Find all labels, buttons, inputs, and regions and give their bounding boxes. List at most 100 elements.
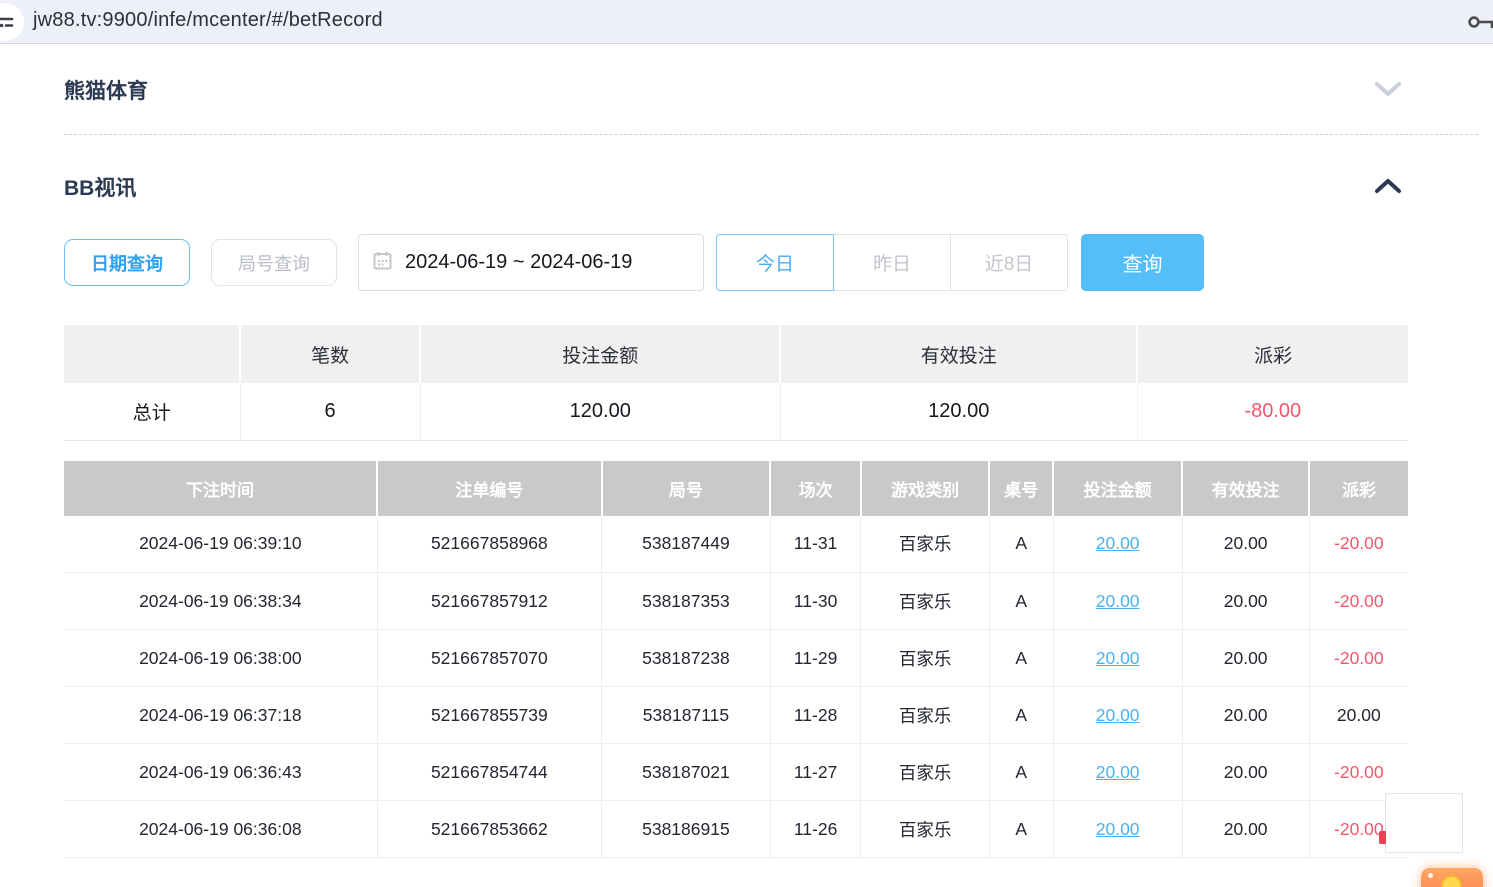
table-row: 2024-06-19 06:36:43 521667854744 5381870… [64,744,1408,801]
cell-table-no: A [989,630,1053,687]
section-title-bb: BB视讯 [64,172,136,202]
cell-bet-time: 2024-06-19 06:36:43 [64,744,377,801]
cell-bet-id: 521667854744 [377,744,601,801]
summary-header-valid-bet: 有效投注 [780,325,1137,383]
quick-range-today[interactable]: 今日 [716,234,834,291]
header-round-no: 局号 [602,461,771,516]
summary-header-payout: 派彩 [1137,325,1408,383]
tab-round-query[interactable]: 局号查询 [211,239,337,286]
cell-round-no: 538187238 [602,630,771,687]
key-icon[interactable] [1466,10,1493,39]
quick-range-group: 今日 昨日 近8日 [716,234,1068,291]
header-payout: 派彩 [1309,461,1408,516]
summary-total-row: 总计 6 120.00 120.00 -80.00 [64,383,1408,440]
cell-valid-bet: 20.00 [1182,630,1309,687]
cell-table-no: A [989,573,1053,630]
cell-game-type: 百家乐 [861,687,989,744]
search-button[interactable]: 查询 [1081,234,1204,291]
cell-bet-time: 2024-06-19 06:36:08 [64,801,377,858]
cell-bet-amount: 20.00 [1053,573,1182,630]
section-title-panda: 熊猫体育 [64,75,148,105]
summary-header-count: 笔数 [240,325,420,383]
bet-amount-link[interactable]: 20.00 [1096,819,1140,839]
header-bet-time: 下注时间 [64,461,377,516]
cell-payout: 20.00 [1309,687,1408,744]
summary-header-bet-amount: 投注金额 [420,325,780,383]
cell-bet-id: 521667857912 [377,573,601,630]
header-table-no: 桌号 [989,461,1053,516]
cell-valid-bet: 20.00 [1182,801,1309,858]
cell-game-type: 百家乐 [861,573,989,630]
table-row: 2024-06-19 06:37:18 521667855739 5381871… [64,687,1408,744]
cell-payout: -20.00 [1309,516,1408,573]
cell-bet-amount: 20.00 [1053,630,1182,687]
cell-payout: -20.00 [1309,630,1408,687]
cell-valid-bet: 20.00 [1182,516,1309,573]
date-range-input[interactable]: 2024-06-19 ~ 2024-06-19 [358,234,704,291]
cell-bet-amount: 20.00 [1053,687,1182,744]
filter-bar: 日期查询 局号查询 2024-06-19 ~ 2024-06-19 今日 昨日 [64,234,1493,291]
chevron-up-icon[interactable] [1368,176,1408,199]
bet-records-table: 下注时间 注单编号 局号 场次 游戏类别 桌号 投注金额 有效投注 派彩 202… [64,461,1408,859]
header-bet-amount: 投注金额 [1053,461,1182,516]
sparkle-dot [1428,873,1433,878]
summary-total-label: 总计 [64,383,240,440]
cell-session: 11-29 [770,630,861,687]
cell-bet-time: 2024-06-19 06:39:10 [64,516,377,573]
table-row: 2024-06-19 06:38:00 521667857070 5381872… [64,630,1408,687]
bet-record-page: 熊猫体育 BB视讯 日期查询 局号查询 [0,75,1493,858]
cell-bet-id: 521667855739 [377,687,601,744]
cell-bet-amount: 20.00 [1053,516,1182,573]
summary-count-value: 6 [240,383,420,440]
summary-valid-bet-value: 120.00 [780,383,1137,440]
header-valid-bet: 有效投注 [1182,461,1309,516]
cell-table-no: A [989,516,1053,573]
cell-game-type: 百家乐 [861,630,989,687]
cell-table-no: A [989,801,1053,858]
bet-amount-link[interactable]: 20.00 [1096,705,1140,725]
floating-service-panel[interactable] [1385,793,1463,853]
summary-bet-amount-value: 120.00 [420,383,780,440]
cell-game-type: 百家乐 [861,744,989,801]
cell-bet-id: 521667858968 [377,516,601,573]
summary-header-row: 笔数 投注金额 有效投注 派彩 [64,325,1408,383]
cell-payout: -20.00 [1309,573,1408,630]
coin-icon [1441,875,1462,887]
cell-round-no: 538186915 [602,801,771,858]
cell-bet-time: 2024-06-19 06:37:18 [64,687,377,744]
cell-session: 11-26 [770,801,861,858]
cell-valid-bet: 20.00 [1182,687,1309,744]
quick-range-yesterday[interactable]: 昨日 [833,234,951,291]
cell-session: 11-28 [770,687,861,744]
cell-game-type: 百家乐 [861,516,989,573]
section-divider [64,134,1478,135]
site-badge-icon[interactable] [0,3,24,41]
cell-bet-id: 521667857070 [377,630,601,687]
cell-bet-amount: 20.00 [1053,801,1182,858]
bet-amount-link[interactable]: 20.00 [1096,533,1140,553]
tab-date-query[interactable]: 日期查询 [64,239,190,286]
date-range-value: 2024-06-19 ~ 2024-06-19 [405,251,632,274]
bet-amount-link[interactable]: 20.00 [1096,762,1140,782]
cell-session: 11-30 [770,573,861,630]
table-row: 2024-06-19 06:39:10 521667858968 5381874… [64,516,1408,573]
cell-bet-time: 2024-06-19 06:38:34 [64,573,377,630]
bet-table-header-row: 下注时间 注单编号 局号 场次 游戏类别 桌号 投注金额 有效投注 派彩 [64,461,1408,516]
quick-range-last8days[interactable]: 近8日 [950,234,1068,291]
table-row: 2024-06-19 06:38:34 521667857912 5381873… [64,573,1408,630]
bet-table-body: 2024-06-19 06:39:10 521667858968 5381874… [64,516,1408,858]
bet-amount-link[interactable]: 20.00 [1096,648,1140,668]
header-bet-id: 注单编号 [377,461,601,516]
url-input[interactable]: jw88.tv:9900/infe/mcenter/#/betRecord [33,9,383,32]
cell-session: 11-31 [770,516,861,573]
cell-round-no: 538187353 [602,573,771,630]
cell-valid-bet: 20.00 [1182,744,1309,801]
section-header-panda-sports[interactable]: 熊猫体育 [64,75,1408,105]
coin-promo-icon[interactable] [1421,868,1483,887]
summary-table: 笔数 投注金额 有效投注 派彩 总计 6 120.00 120.00 -80.0… [64,325,1408,441]
cell-round-no: 538187021 [602,744,771,801]
chevron-down-icon[interactable] [1368,79,1408,102]
section-header-bb-video[interactable]: BB视讯 [64,172,1408,202]
bet-amount-link[interactable]: 20.00 [1096,591,1140,611]
cell-session: 11-27 [770,744,861,801]
